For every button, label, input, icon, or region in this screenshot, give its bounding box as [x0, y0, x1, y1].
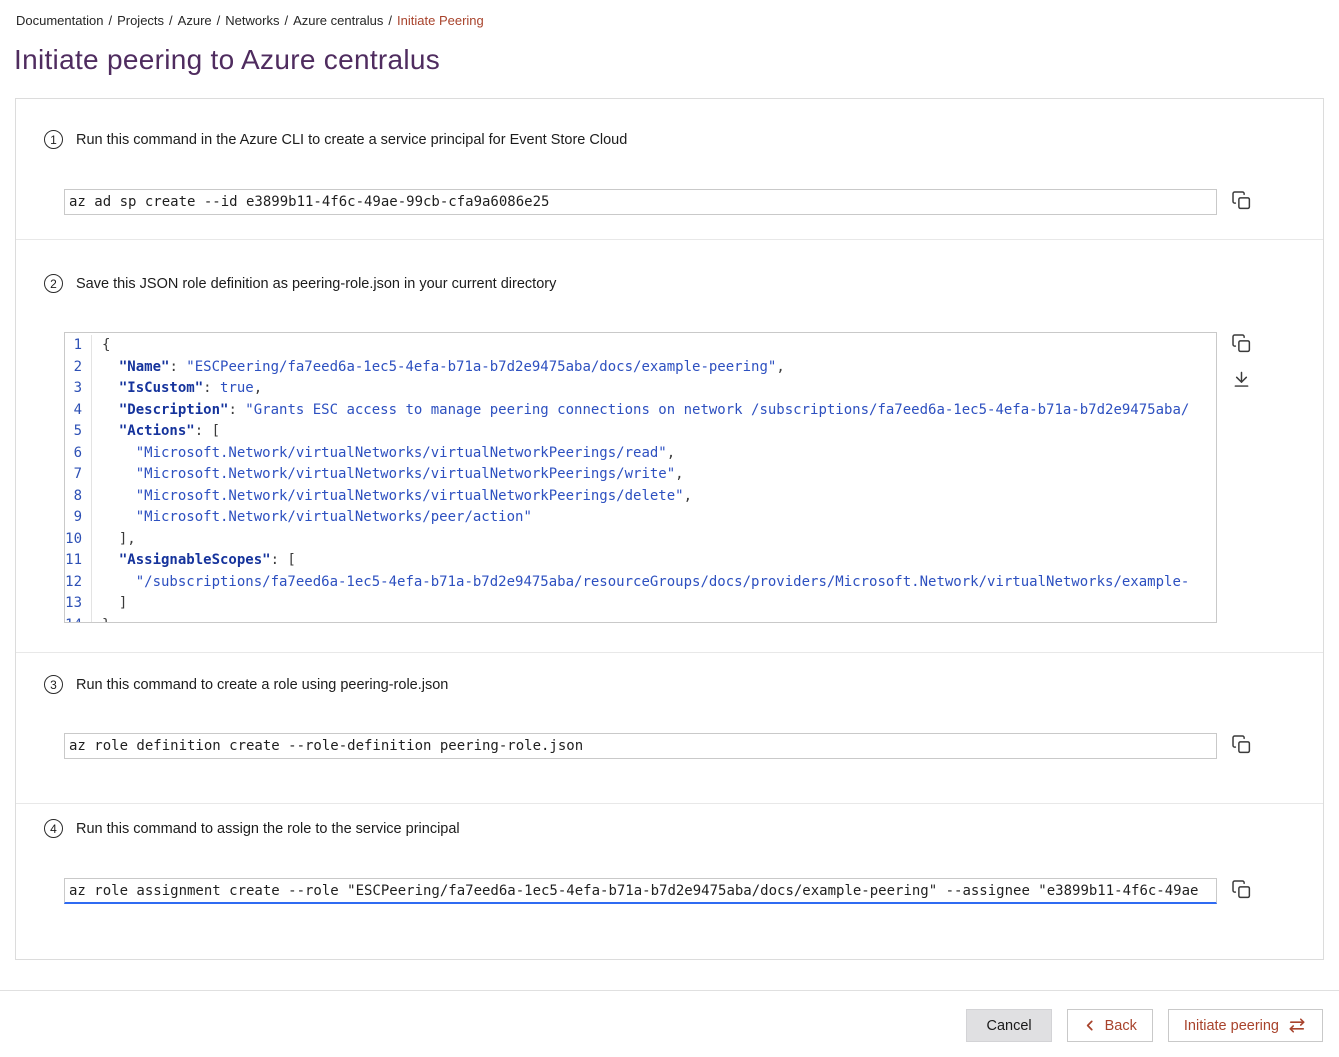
breadcrumb: Documentation / Projects / Azure / Networks / Az… [0, 0, 1339, 28]
code-text: "Actions": [ [92, 421, 220, 443]
code-text: { [92, 335, 110, 357]
step-4-header: 4 Run this command to assign the role to… [44, 819, 1323, 838]
command-input-assign-role[interactable]: az role assignment create --role "ESCPee… [64, 878, 1217, 904]
breadcrumb-separator: / [284, 13, 288, 28]
line-number: 5 [65, 421, 92, 443]
line-number: 13 [65, 593, 92, 615]
cancel-button[interactable]: Cancel [966, 1009, 1051, 1042]
code-line: 12 "/subscriptions/fa7eed6a-1ec5-4efa-b7… [65, 572, 1216, 594]
code-line: 6 "Microsoft.Network/virtualNetworks/vir… [65, 443, 1216, 465]
step-4-number-badge: 4 [44, 819, 63, 838]
code-line: 10 ], [65, 529, 1216, 551]
copy-button-step-4[interactable] [1231, 878, 1252, 901]
download-icon [1231, 368, 1252, 391]
line-number: 12 [65, 572, 92, 594]
breadcrumb-current: Initiate Peering [397, 13, 484, 28]
page-title: Initiate peering to Azure centralus [14, 43, 1339, 77]
code-line: 4 "Description": "Grants ESC access to m… [65, 400, 1216, 422]
breadcrumb-link[interactable]: Azure centralus [293, 13, 383, 28]
line-number: 2 [65, 357, 92, 379]
code-text: ] [92, 593, 127, 615]
download-button[interactable] [1231, 368, 1252, 391]
line-number: 1 [65, 335, 92, 357]
step-1-command-row: az ad sp create --id e3899b11-4f6c-49ae-… [64, 189, 1252, 215]
command-input-create-role[interactable]: az role definition create --role-definit… [64, 733, 1217, 759]
code-line: 13 ] [65, 593, 1216, 615]
copy-icon [1231, 332, 1252, 355]
line-number: 11 [65, 550, 92, 572]
step-3-instruction: Run this command to create a role using … [76, 677, 448, 693]
copy-button-step-3[interactable] [1231, 733, 1252, 756]
json-code-block[interactable]: 1{2 "Name": "ESCPeering/fa7eed6a-1ec5-4e… [64, 332, 1217, 623]
line-number: 4 [65, 400, 92, 422]
code-line: 5 "Actions": [ [65, 421, 1216, 443]
code-text: "Microsoft.Network/virtualNetworks/virtu… [92, 486, 692, 508]
command-input-create-sp[interactable]: az ad sp create --id e3899b11-4f6c-49ae-… [64, 189, 1217, 215]
chevron-left-icon [1083, 1018, 1097, 1033]
breadcrumb-link[interactable]: Azure [178, 13, 212, 28]
copy-icon [1231, 733, 1252, 756]
step-3-header: 3 Run this command to create a role usin… [44, 675, 1323, 694]
line-number: 10 [65, 529, 92, 551]
initiate-peering-label: Initiate peering [1184, 1018, 1279, 1034]
code-line: 14} [65, 615, 1216, 624]
copy-icon [1231, 189, 1252, 212]
copy-icon [1231, 878, 1252, 901]
step-1-number-badge: 1 [44, 130, 63, 149]
step-2-header: 2 Save this JSON role definition as peer… [44, 274, 1323, 293]
footer-actions: Cancel Back Initiate peering [0, 991, 1339, 1042]
step-2: 2 Save this JSON role definition as peer… [16, 240, 1323, 623]
line-number: 9 [65, 507, 92, 529]
back-button-label: Back [1105, 1018, 1137, 1034]
step-4-instruction: Run this command to assign the role to t… [76, 821, 460, 837]
breadcrumb-link[interactable]: Networks [225, 13, 279, 28]
step-1-instruction: Run this command in the Azure CLI to cre… [76, 132, 627, 148]
copy-button-step-1[interactable] [1231, 189, 1252, 212]
code-text: "Microsoft.Network/virtualNetworks/virtu… [92, 464, 684, 486]
step-1: 1 Run this command in the Azure CLI to c… [16, 99, 1323, 215]
step-2-code-row: 1{2 "Name": "ESCPeering/fa7eed6a-1ec5-4e… [64, 332, 1252, 623]
step-3-command-row: az role definition create --role-definit… [64, 733, 1252, 759]
breadcrumb-link[interactable]: Projects [117, 13, 164, 28]
code-line: 2 "Name": "ESCPeering/fa7eed6a-1ec5-4efa… [65, 357, 1216, 379]
code-text: "Name": "ESCPeering/fa7eed6a-1ec5-4efa-b… [92, 357, 785, 379]
code-block-actions [1231, 332, 1252, 391]
copy-button-step-2[interactable] [1231, 332, 1252, 355]
code-line: 3 "IsCustom": true, [65, 378, 1216, 400]
breadcrumb-separator: / [388, 13, 392, 28]
breadcrumb-separator: / [169, 13, 173, 28]
line-number: 7 [65, 464, 92, 486]
step-2-instruction: Save this JSON role definition as peerin… [76, 276, 556, 292]
breadcrumb-separator: / [217, 13, 221, 28]
line-number: 8 [65, 486, 92, 508]
code-text: ], [92, 529, 136, 551]
code-text: "Description": "Grants ESC access to man… [92, 400, 1189, 422]
code-text: "AssignableScopes": [ [92, 550, 296, 572]
code-text: "/subscriptions/fa7eed6a-1ec5-4efa-b71a-… [92, 572, 1189, 594]
code-line: 9 "Microsoft.Network/virtualNetworks/pee… [65, 507, 1216, 529]
step-2-number-badge: 2 [44, 274, 63, 293]
breadcrumb-link[interactable]: Documentation [16, 13, 103, 28]
step-4: 4 Run this command to assign the role to… [16, 804, 1323, 959]
code-text: } [92, 615, 110, 624]
step-1-header: 1 Run this command in the Azure CLI to c… [44, 130, 1323, 149]
line-number: 6 [65, 443, 92, 465]
step-3-number-badge: 3 [44, 675, 63, 694]
breadcrumb-separator: / [108, 13, 112, 28]
back-button[interactable]: Back [1067, 1009, 1153, 1042]
line-number: 14 [65, 615, 92, 624]
code-line: 8 "Microsoft.Network/virtualNetworks/vir… [65, 486, 1216, 508]
steps-panel: 1 Run this command in the Azure CLI to c… [15, 98, 1324, 960]
step-3: 3 Run this command to create a role usin… [16, 653, 1323, 759]
code-line: 7 "Microsoft.Network/virtualNetworks/vir… [65, 464, 1216, 486]
line-number: 3 [65, 378, 92, 400]
code-text: "Microsoft.Network/virtualNetworks/virtu… [92, 443, 675, 465]
code-text: "IsCustom": true, [92, 378, 262, 400]
code-line: 1{ [65, 335, 1216, 357]
swap-horizontal-icon [1287, 1017, 1307, 1034]
initiate-peering-button[interactable]: Initiate peering [1168, 1009, 1323, 1042]
code-line: 11 "AssignableScopes": [ [65, 550, 1216, 572]
step-4-command-row: az role assignment create --role "ESCPee… [64, 878, 1252, 904]
code-text: "Microsoft.Network/virtualNetworks/peer/… [92, 507, 532, 529]
